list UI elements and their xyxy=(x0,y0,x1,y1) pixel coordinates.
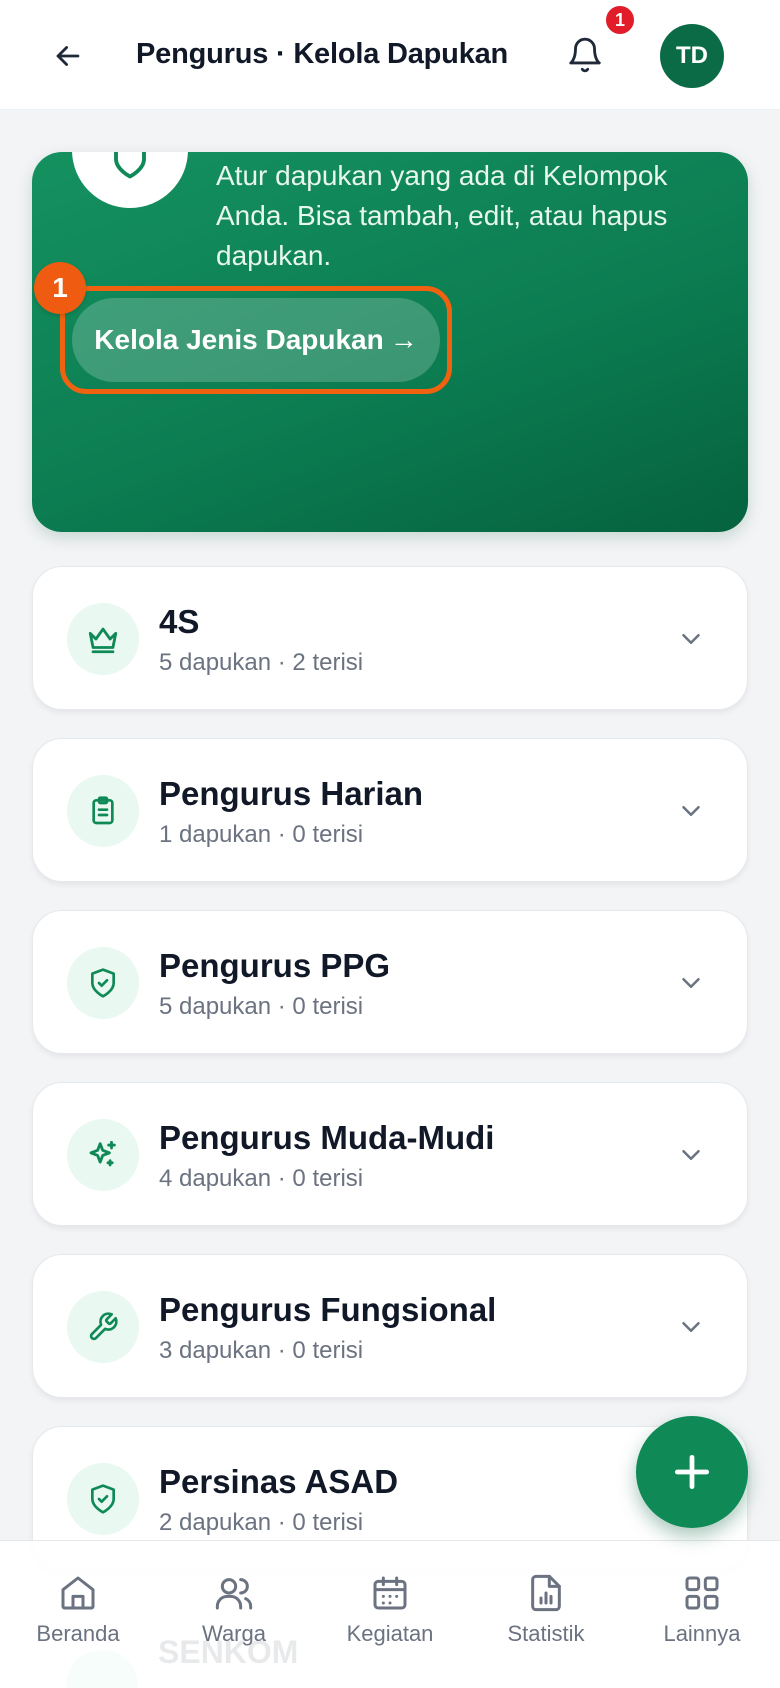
group-icon-circle xyxy=(67,775,139,847)
nav-item-beranda[interactable]: Beranda xyxy=(3,1573,153,1647)
group-meta: 5 dapukan · 0 terisi xyxy=(159,993,364,1020)
notification-count-badge: 1 xyxy=(604,4,636,36)
chevron-down-icon[interactable] xyxy=(671,791,711,831)
nav-label: Lainnya xyxy=(663,1621,741,1646)
shield-check-icon xyxy=(114,152,146,179)
group-meta: 1 dapukan · 0 terisi xyxy=(159,821,364,848)
arrow-left-icon xyxy=(56,46,80,66)
clipboard-icon xyxy=(92,796,114,825)
add-button[interactable] xyxy=(636,1416,748,1528)
chevron-down-icon[interactable] xyxy=(671,963,711,1003)
chevron-down-icon[interactable] xyxy=(671,619,711,659)
shield-check-icon xyxy=(91,968,115,998)
users-icon xyxy=(215,1578,253,1610)
group-icon-circle xyxy=(67,1119,139,1191)
notifications-button[interactable] xyxy=(558,28,612,82)
nav-label: Statistik xyxy=(507,1621,585,1646)
wrench-icon xyxy=(89,1312,118,1341)
group-card-pengurus-muda-mudi[interactable]: Pengurus Muda-Mudi 4 dapukan · 0 terisi xyxy=(32,1082,748,1226)
plus-icon xyxy=(674,1454,710,1490)
group-icon-circle xyxy=(67,603,139,675)
crown-icon xyxy=(88,627,118,654)
nav-item-kegiatan[interactable]: Kegiatan xyxy=(315,1573,465,1647)
hero-icon-circle xyxy=(72,152,188,208)
back-button[interactable] xyxy=(42,30,94,82)
group-card-pengurus-ppg[interactable]: Pengurus PPG 5 dapukan · 0 terisi xyxy=(32,910,748,1054)
user-avatar[interactable]: TD xyxy=(660,24,724,88)
nav-label: Beranda xyxy=(36,1621,120,1646)
group-name: Pengurus Fungsional xyxy=(159,1291,497,1328)
nav-item-lainnya[interactable]: Lainnya xyxy=(627,1573,777,1647)
group-name: Pengurus Harian xyxy=(159,775,424,812)
page-title: Pengurus · Kelola Dapukan xyxy=(136,38,509,70)
home-icon xyxy=(61,1576,95,1610)
group-meta: 2 dapukan · 0 terisi xyxy=(159,1509,364,1536)
step-badge: 1 xyxy=(34,262,86,314)
sparkles-icon xyxy=(89,1140,116,1167)
group-name: Pengurus PPG xyxy=(159,947,391,984)
group-card-pengurus-harian[interactable]: Pengurus Harian 1 dapukan · 0 terisi xyxy=(32,738,748,882)
shield-check-icon xyxy=(91,1484,115,1514)
arrow-right-icon: → xyxy=(389,324,418,355)
group-icon-circle xyxy=(67,1291,139,1363)
nav-label: Kegiatan xyxy=(346,1621,434,1646)
group-icon-circle xyxy=(67,947,139,1019)
nav-item-statistik[interactable]: Statistik xyxy=(471,1573,621,1647)
hero-card: Atur dapukan yang ada di Kelompok Anda. … xyxy=(32,152,748,532)
group-name: Pengurus Muda-Mudi xyxy=(159,1119,495,1156)
group-name: 4S xyxy=(159,603,200,640)
chart-icon xyxy=(531,1574,561,1612)
calendar-icon xyxy=(373,1576,407,1610)
kelola-jenis-dapukan-button[interactable]: Kelola Jenis Dapukan → xyxy=(72,298,440,382)
chevron-down-icon[interactable] xyxy=(671,1135,711,1175)
hero-description: Atur dapukan yang ada di Kelompok Anda. … xyxy=(216,160,668,271)
grid-icon xyxy=(685,1576,719,1610)
group-name: SENKOM xyxy=(158,1634,299,1670)
chevron-down-icon[interactable] xyxy=(671,1307,711,1347)
group-meta: 3 dapukan · 0 terisi xyxy=(159,1337,364,1364)
group-meta: 5 dapukan · 2 terisi xyxy=(159,649,364,676)
group-name: Persinas ASAD xyxy=(159,1463,399,1500)
group-icon-circle xyxy=(67,1463,139,1535)
group-card-4s[interactable]: 4S 5 dapukan · 2 terisi xyxy=(32,566,748,710)
bell-icon xyxy=(569,37,601,73)
group-meta: 4 dapukan · 0 terisi xyxy=(159,1165,364,1192)
cta-label: Kelola Jenis Dapukan xyxy=(94,324,384,355)
group-card-pengurus-fungsional[interactable]: Pengurus Fungsional 3 dapukan · 0 terisi xyxy=(32,1254,748,1398)
app-header: Pengurus · Kelola Dapukan 1 TD xyxy=(0,0,780,110)
